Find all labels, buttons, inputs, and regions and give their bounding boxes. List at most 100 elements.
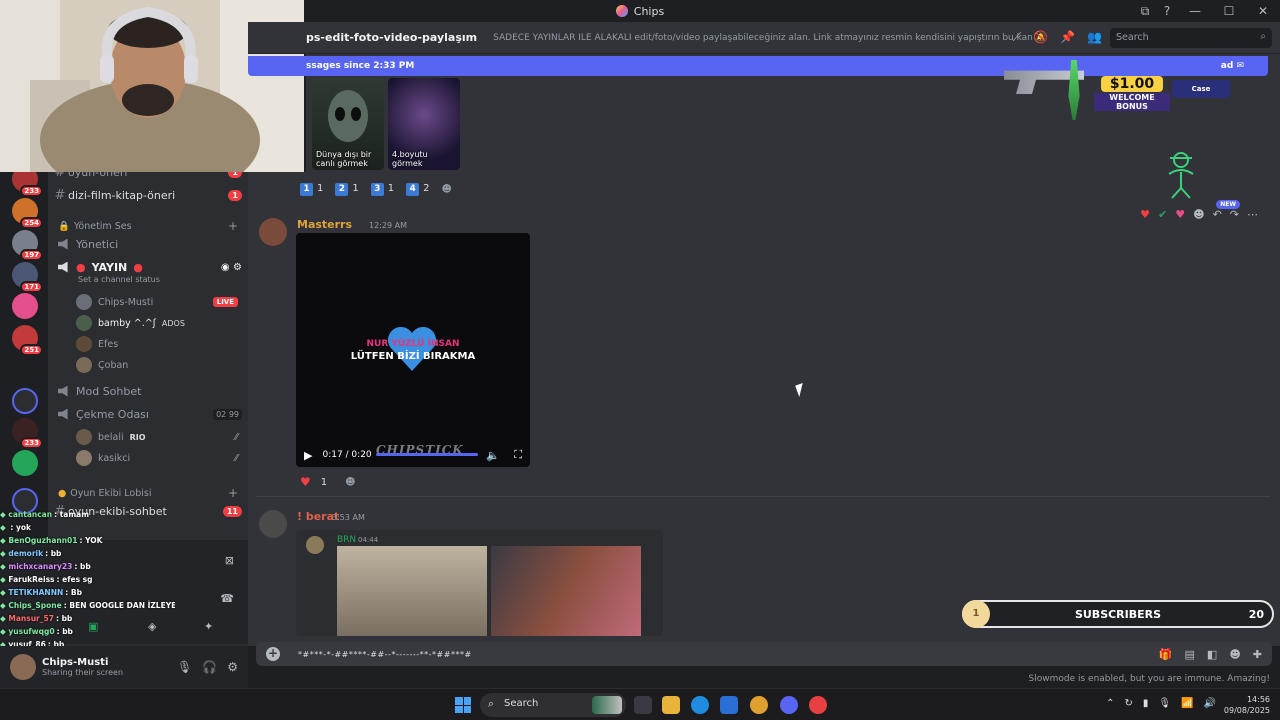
wifi-icon[interactable]: 📶 bbox=[1181, 698, 1193, 709]
screen-share-icon[interactable]: ⊠ bbox=[225, 554, 234, 567]
gif-icon[interactable]: ▤ bbox=[1185, 648, 1195, 661]
server-icon[interactable]: 197 bbox=[12, 230, 43, 261]
minimize-button[interactable]: — bbox=[1178, 4, 1212, 18]
add-reaction-icon[interactable]: ☻ bbox=[345, 477, 355, 488]
video-progress[interactable] bbox=[376, 453, 478, 456]
slowmode-notice: Slowmode is enabled, but you are immune.… bbox=[1028, 674, 1270, 684]
chrome-icon[interactable] bbox=[750, 696, 768, 714]
server-icon[interactable]: 251 bbox=[12, 325, 43, 356]
server-icon[interactable]: 254 bbox=[12, 198, 43, 229]
task-view-icon[interactable] bbox=[634, 696, 652, 714]
image-attachment[interactable]: Dünya dışı bir canlı görmek bbox=[312, 78, 384, 170]
fullscreen-icon[interactable]: ⛶ bbox=[514, 448, 522, 462]
microphone-icon[interactable]: 🎙 bbox=[1158, 698, 1171, 709]
discord-icon[interactable] bbox=[780, 696, 798, 714]
notification-muted-icon[interactable]: 🔕 bbox=[1033, 30, 1048, 45]
voice-channel-mod[interactable]: Mod Sohbet bbox=[58, 381, 242, 401]
add-channel-icon[interactable]: + bbox=[228, 219, 238, 233]
gear-icon[interactable]: ⚙ bbox=[227, 660, 238, 674]
play-icon[interactable]: ▶ bbox=[304, 449, 312, 462]
voice-channel-cekme[interactable]: Çekme Odası 02 99 bbox=[58, 404, 242, 424]
app-icon[interactable] bbox=[809, 696, 827, 714]
composer-text[interactable]: *#***-*-##****-##--*-------**-*##***# bbox=[298, 650, 472, 659]
avatar[interactable] bbox=[259, 218, 287, 246]
add-reaction-icon[interactable]: ☻ bbox=[1193, 208, 1204, 221]
reaction-1[interactable]: 11 bbox=[300, 183, 323, 196]
taskbar-clock[interactable]: 14:56 09/08/2025 bbox=[1224, 694, 1270, 716]
edge-icon[interactable] bbox=[691, 696, 709, 714]
channel-topic[interactable]: SADECE YAYINLAR İLE ALAKALI edit/foto/vi… bbox=[493, 33, 1033, 43]
voice-user-name: Efes bbox=[98, 338, 119, 350]
server-icon[interactable] bbox=[12, 293, 38, 319]
folder-icon[interactable] bbox=[12, 388, 38, 414]
category-yonetim-ses[interactable]: 🔒 Yönetim Ses + bbox=[58, 218, 238, 234]
soundboard-icon[interactable]: ✦ bbox=[204, 620, 213, 633]
avatar[interactable] bbox=[10, 654, 36, 680]
video-caption-top: NUR YÜZLÜ İNSAN bbox=[366, 339, 460, 349]
image-attachment[interactable]: 4.boyutu görmek bbox=[388, 78, 460, 170]
chat-icon[interactable]: ◉ ⚙ bbox=[221, 262, 242, 273]
pin-icon[interactable]: 📌 bbox=[1060, 30, 1075, 45]
emoji-icon[interactable]: ☻ bbox=[1229, 648, 1240, 661]
threads-icon[interactable]: ⟋ bbox=[1013, 30, 1021, 45]
voice-user[interactable]: belali RIO ⁄⁄ bbox=[76, 427, 238, 447]
reaction-4[interactable]: 42 bbox=[406, 183, 430, 196]
voice-user[interactable]: Chips-Musti LIVE bbox=[76, 292, 238, 312]
search-input[interactable]: Search ⌕ bbox=[1110, 28, 1272, 48]
add-channel-icon[interactable]: + bbox=[228, 486, 238, 500]
channel-status[interactable]: Set a channel status bbox=[78, 275, 160, 284]
voice-channel-name: Çekme Odası bbox=[76, 407, 149, 421]
voice-user[interactable]: kasikci ⁄⁄ bbox=[76, 448, 238, 468]
heart-reaction-icon[interactable]: ♥ bbox=[1140, 208, 1150, 221]
taskbar-widget-icon[interactable] bbox=[592, 696, 622, 714]
message-composer[interactable]: + *#***-*-##****-##--*-------**-*##***# … bbox=[256, 642, 1272, 666]
server-icon[interactable]: 171 bbox=[12, 262, 43, 293]
embed-card[interactable]: BRN 04:44 bbox=[296, 530, 663, 636]
reaction-3[interactable]: 31 bbox=[370, 183, 394, 196]
add-attachment-icon[interactable]: + bbox=[266, 647, 280, 661]
voice-channel-yayin[interactable]: ● YAYIN ● ◉ ⚙ bbox=[58, 257, 242, 277]
server-icon[interactable]: 233 bbox=[12, 418, 43, 449]
apps-icon[interactable]: ✚ bbox=[1253, 648, 1262, 661]
volume-icon[interactable]: 🔈 bbox=[486, 449, 500, 462]
maximize-button[interactable]: ☐ bbox=[1212, 4, 1246, 18]
disconnect-icon[interactable]: ☎ bbox=[220, 592, 234, 605]
windows-start-icon[interactable] bbox=[455, 697, 471, 713]
forward-icon[interactable]: ↷ bbox=[1230, 208, 1239, 221]
help-icon[interactable]: ? bbox=[1156, 4, 1178, 18]
embed-image[interactable] bbox=[491, 546, 641, 636]
embed-image[interactable] bbox=[337, 546, 487, 636]
inbox-icon[interactable]: ⧉ bbox=[1134, 4, 1156, 19]
voice-channel-yonetici[interactable]: Yönetici bbox=[58, 234, 242, 254]
voice-user[interactable]: bamby ^.^ʃ ADOS bbox=[76, 313, 238, 333]
tray-app-icon[interactable]: ↻ bbox=[1124, 698, 1132, 709]
file-explorer-icon[interactable] bbox=[662, 696, 680, 714]
server-icon[interactable] bbox=[12, 450, 38, 476]
check-reaction-icon[interactable]: ✔ bbox=[1158, 208, 1167, 221]
heart-ribbon-icon[interactable]: ♥ bbox=[1175, 208, 1185, 221]
sticker-icon[interactable]: ◧ bbox=[1207, 648, 1217, 661]
channel-dizi-film[interactable]: # dizi-film-kitap-öneri 1 bbox=[52, 185, 242, 205]
taskbar-search-label: Search bbox=[504, 698, 539, 709]
more-icon[interactable]: ⋯ bbox=[1247, 208, 1258, 221]
gift-icon[interactable]: 🎁 bbox=[1159, 648, 1173, 661]
add-reaction-icon[interactable]: ☻ bbox=[442, 184, 452, 195]
volume-icon[interactable]: 🔊 bbox=[1204, 698, 1216, 709]
tray-overflow-icon[interactable]: ⌃ bbox=[1106, 698, 1114, 709]
close-button[interactable]: ✕ bbox=[1246, 4, 1280, 18]
reply-icon[interactable]: ↶ bbox=[1213, 208, 1222, 221]
member-list-icon[interactable]: 👥 bbox=[1087, 30, 1102, 45]
voice-user[interactable]: Çoban bbox=[76, 355, 238, 375]
headphones-icon[interactable]: 🎧 bbox=[202, 660, 217, 674]
category-oyun-ekibi[interactable]: ● Oyun Ekibi Lobisi + bbox=[58, 485, 238, 501]
heart-reaction-icon[interactable]: ♥ bbox=[300, 475, 311, 489]
voice-user[interactable]: Efes bbox=[76, 334, 238, 354]
tray-app-icon[interactable]: ▮ bbox=[1143, 698, 1149, 709]
reaction-2[interactable]: 21 bbox=[335, 183, 359, 196]
video-player[interactable]: NUR YÜZLÜ İNSAN LÜTFEN BİZİ BIRAKMA CHIP… bbox=[296, 233, 530, 467]
avatar[interactable] bbox=[259, 510, 287, 538]
microphone-icon[interactable]: 🎙 bbox=[177, 660, 192, 674]
store-icon[interactable] bbox=[720, 696, 738, 714]
message-author[interactable]: Masterrs bbox=[297, 218, 352, 231]
user-count: 02 99 bbox=[213, 408, 242, 420]
